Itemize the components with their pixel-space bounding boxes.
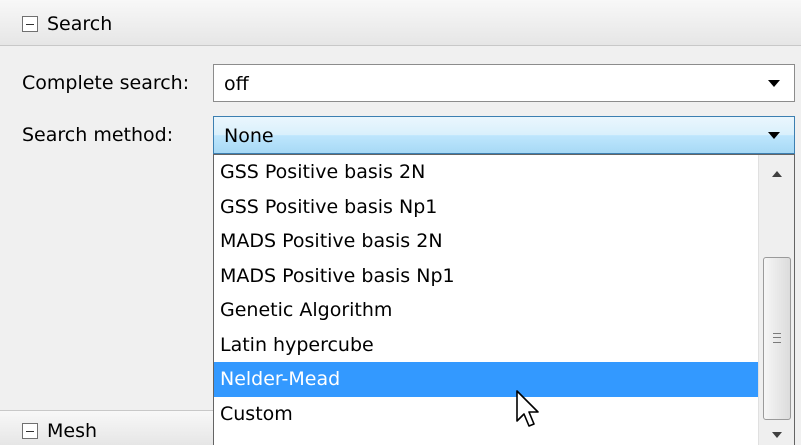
- complete-search-dropdown[interactable]: off: [213, 64, 795, 102]
- search-method-options-list[interactable]: GSS Positive basis 2N GSS Positive basis…: [213, 154, 795, 445]
- grip-icon: [773, 333, 781, 343]
- dropdown-option[interactable]: MADS Positive basis Np1: [214, 259, 758, 294]
- chevron-down-icon[interactable]: [768, 132, 780, 139]
- search-method-dropdown[interactable]: None: [213, 116, 795, 154]
- complete-search-value: off: [224, 73, 249, 95]
- dropdown-option[interactable]: Latin hypercube: [214, 328, 758, 363]
- mesh-section-header[interactable]: Mesh: [0, 410, 213, 445]
- scroll-down-arrow-icon[interactable]: [772, 432, 782, 438]
- search-section-header[interactable]: Search: [0, 0, 801, 46]
- chevron-down-icon[interactable]: [768, 80, 780, 87]
- scroll-up-arrow-icon[interactable]: [772, 171, 782, 177]
- mesh-section-title: Mesh: [47, 420, 98, 442]
- search-method-value: None: [224, 125, 274, 147]
- mouse-pointer-icon: [516, 390, 539, 427]
- collapse-icon[interactable]: [22, 16, 38, 32]
- dropdown-option[interactable]: Custom: [214, 397, 758, 432]
- dropdown-option[interactable]: Genetic Algorithm: [214, 293, 758, 328]
- dropdown-option[interactable]: GSS Positive basis 2N: [214, 155, 758, 190]
- collapse-icon[interactable]: [22, 423, 38, 439]
- scrollbar-thumb[interactable]: [763, 257, 791, 420]
- scrollbar[interactable]: [758, 155, 794, 445]
- dropdown-option[interactable]: GSS Positive basis Np1: [214, 190, 758, 225]
- search-section-title: Search: [47, 13, 113, 35]
- dropdown-option[interactable]: MADS Positive basis 2N: [214, 224, 758, 259]
- search-method-label: Search method:: [22, 124, 174, 146]
- complete-search-label: Complete search:: [22, 72, 190, 94]
- dropdown-option-selected[interactable]: Nelder-Mead: [214, 362, 758, 397]
